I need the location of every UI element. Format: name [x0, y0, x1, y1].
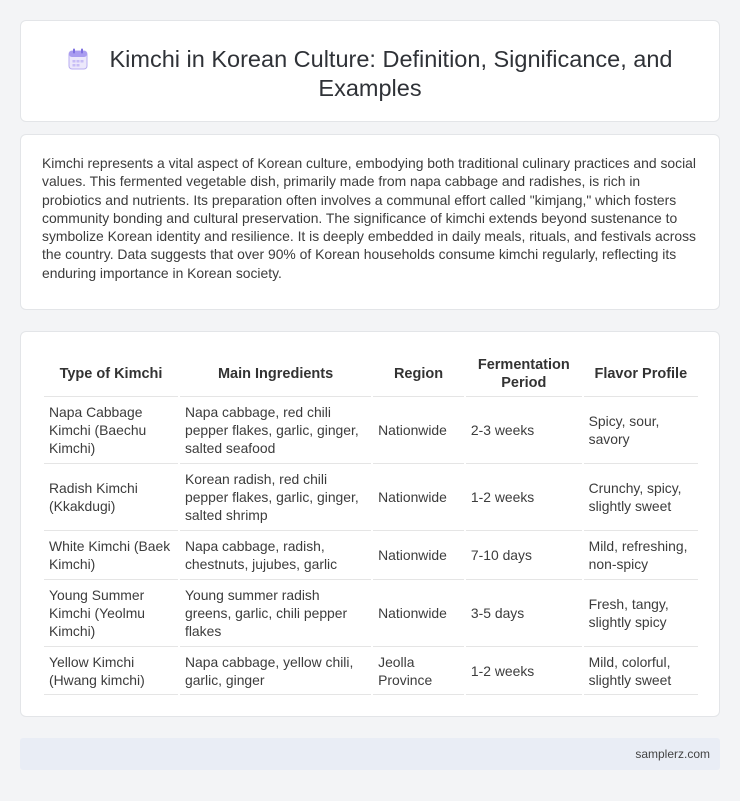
- page-title: Kimchi in Korean Culture: Definition, Si…: [51, 45, 689, 103]
- table-cell: Fresh, tangy, slightly spicy: [583, 579, 698, 646]
- table-cell: Young summer radish greens, garlic, chil…: [179, 579, 372, 646]
- column-header: Region: [393, 366, 444, 382]
- table-cell: Napa cabbage, red chili pepper flakes, g…: [179, 396, 372, 463]
- table-cell: Radish Kimchi (Kkakdugi): [44, 463, 178, 530]
- table-header-row: Type of Kimchi Main Ingredients Region F…: [44, 352, 698, 396]
- column-header: Flavor Profile: [594, 366, 688, 382]
- table-cell: Nationwide: [373, 579, 464, 646]
- table-cell: Nationwide: [373, 530, 464, 579]
- table-cell: Yellow Kimchi (Hwang kimchi): [44, 646, 178, 695]
- table-cell: Nationwide: [373, 396, 464, 463]
- kimchi-table: Type of Kimchi Main Ingredients Region F…: [42, 352, 700, 695]
- table-cell: 1-2 weeks: [465, 646, 582, 695]
- table-row: White Kimchi (Baek Kimchi) Napa cabbage,…: [44, 530, 698, 579]
- table-cell: Korean radish, red chili pepper flakes, …: [179, 463, 372, 530]
- table-cell: 7-10 days: [465, 530, 582, 579]
- column-header: Fermentation Period: [477, 357, 570, 391]
- table-cell: Mild, colorful, slightly sweet: [583, 646, 698, 695]
- column-header: Type of Kimchi: [59, 366, 163, 382]
- table-cell: Young Summer Kimchi (Yeolmu Kimchi): [44, 579, 178, 646]
- title-card: Kimchi in Korean Culture: Definition, Si…: [20, 20, 720, 122]
- table-row: Yellow Kimchi (Hwang kimchi) Napa cabbag…: [44, 646, 698, 695]
- table-row: Radish Kimchi (Kkakdugi) Korean radish, …: [44, 463, 698, 530]
- table-cell: Nationwide: [373, 463, 464, 530]
- table-row: Napa Cabbage Kimchi (Baechu Kimchi) Napa…: [44, 396, 698, 463]
- table-cell: Jeolla Province: [373, 646, 464, 695]
- table-cell: Napa cabbage, yellow chili, garlic, ging…: [179, 646, 372, 695]
- table-cell: 1-2 weeks: [465, 463, 582, 530]
- table-cell: 3-5 days: [465, 579, 582, 646]
- table-row: Young Summer Kimchi (Yeolmu Kimchi) Youn…: [44, 579, 698, 646]
- table-cell: Napa Cabbage Kimchi (Baechu Kimchi): [44, 396, 178, 463]
- table-cell: Napa cabbage, radish, chestnuts, jujubes…: [179, 530, 372, 579]
- table-cell: White Kimchi (Baek Kimchi): [44, 530, 178, 579]
- table-cell: Mild, refreshing, non-spicy: [583, 530, 698, 579]
- intro-card: Kimchi represents a vital aspect of Kore…: [20, 134, 720, 310]
- footer-site-link[interactable]: samplerz.com: [635, 747, 710, 761]
- footer-bar: samplerz.com: [20, 738, 720, 770]
- intro-paragraph: Kimchi represents a vital aspect of Kore…: [42, 155, 696, 281]
- page-title-text: Kimchi in Korean Culture: Definition, Si…: [109, 46, 673, 101]
- calendar-icon: [68, 48, 87, 70]
- table-cell: Crunchy, spicy, slightly sweet: [583, 463, 698, 530]
- table-cell: Spicy, sour, savory: [583, 396, 698, 463]
- table-cell: 2-3 weeks: [465, 396, 582, 463]
- column-header: Main Ingredients: [217, 366, 334, 382]
- table-card: Type of Kimchi Main Ingredients Region F…: [20, 331, 720, 717]
